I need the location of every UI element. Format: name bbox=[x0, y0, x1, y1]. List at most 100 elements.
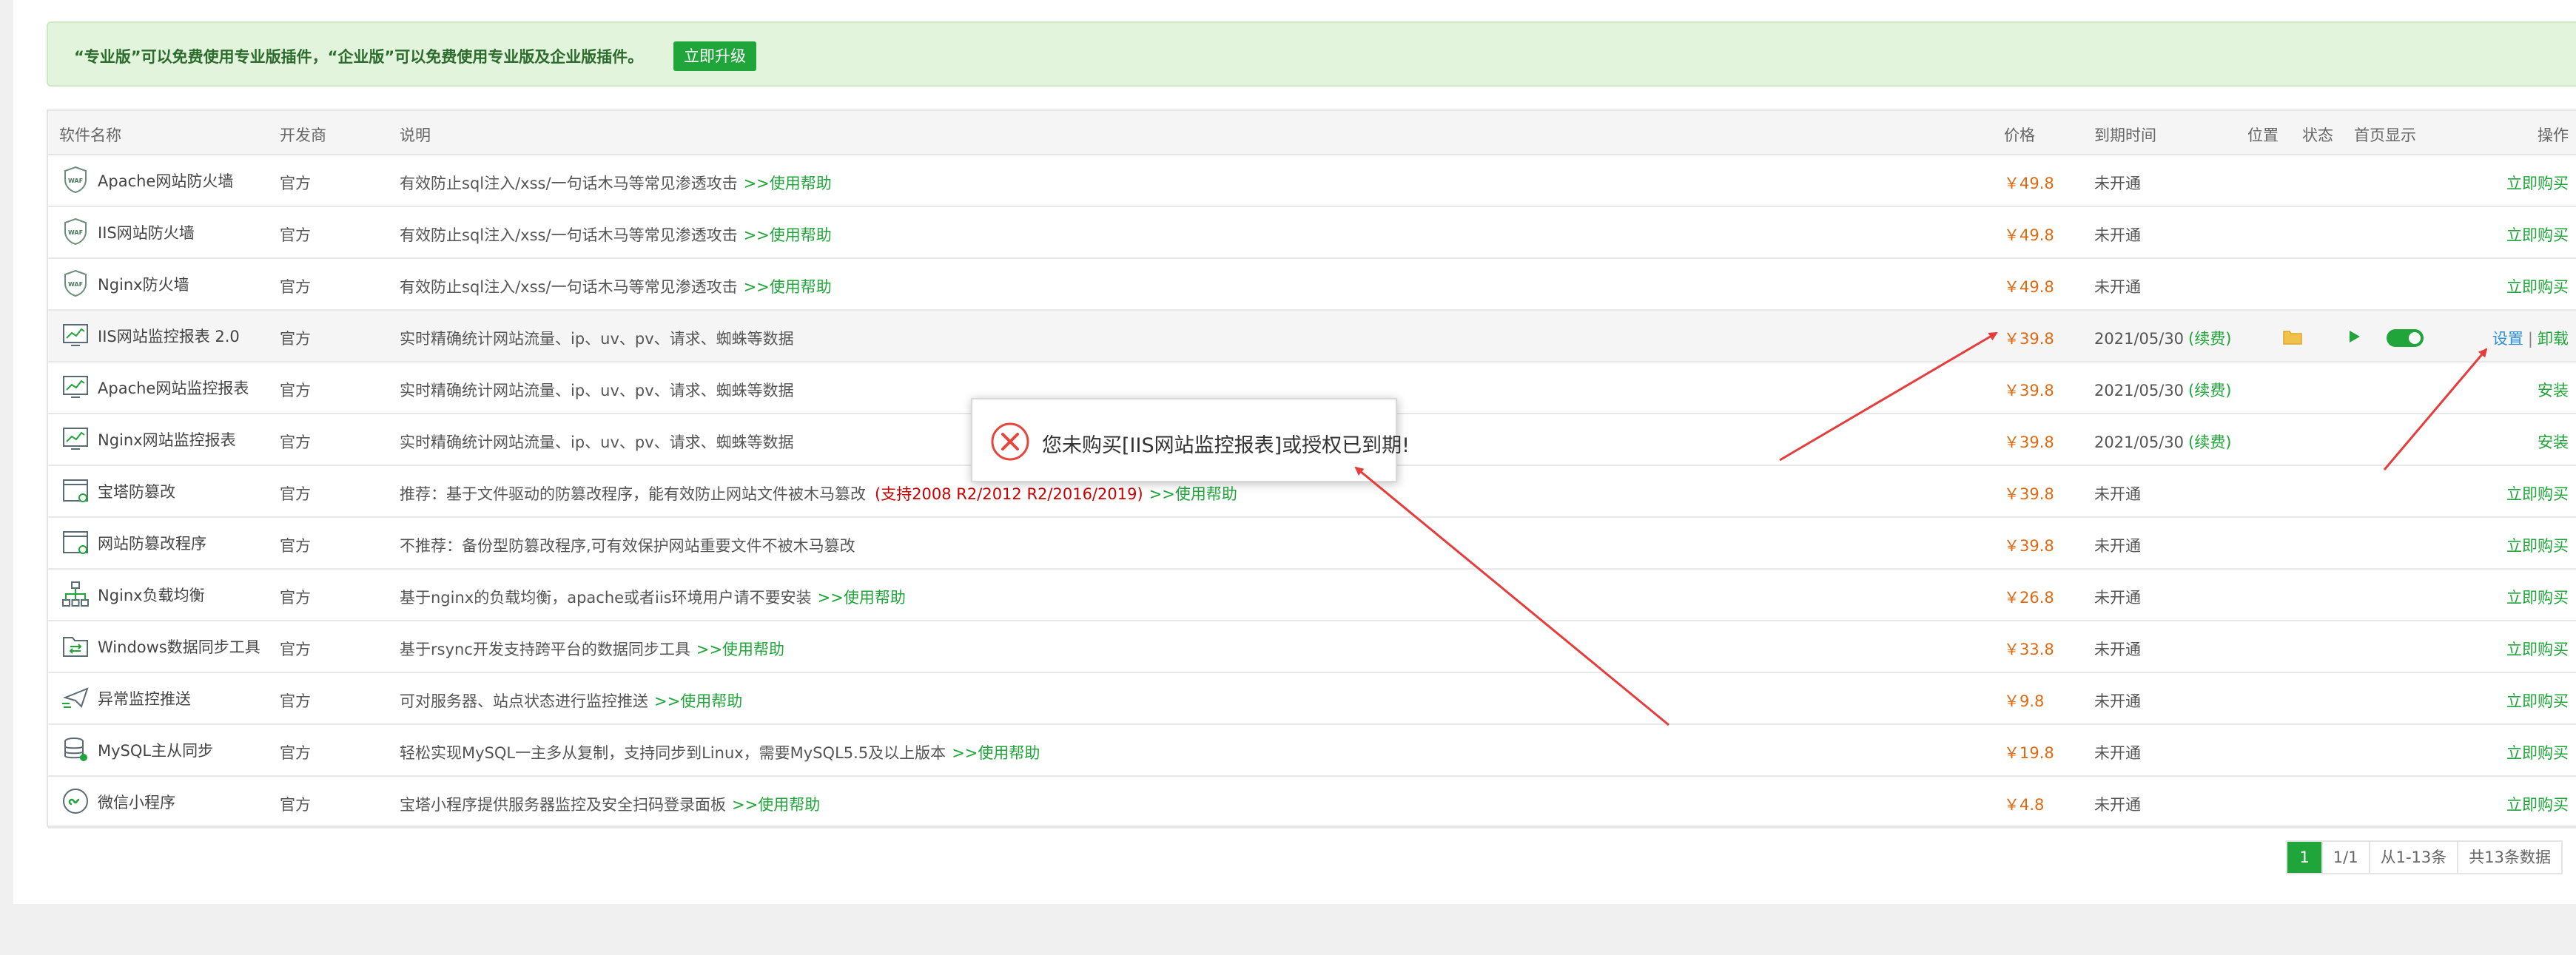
table-header: 软件名称 开发商 说明 价格 到期时间 位置 状态 首页显示 操作 bbox=[48, 111, 2576, 155]
plugin-price: ￥33.8 bbox=[2004, 641, 2054, 658]
plugin-description: 轻松实现MySQL一主多从复制，支持同步到Linux，需要MySQL5.5及以上… bbox=[400, 744, 946, 762]
plugin-description: 实时精确统计网站流量、ip、uv、pv、请求、蜘蛛等数据 bbox=[400, 330, 794, 348]
page-current-button[interactable]: 1 bbox=[2287, 842, 2321, 873]
tamper-window-icon bbox=[61, 527, 90, 557]
buy-link[interactable]: 立即购买 bbox=[2506, 275, 2569, 297]
setup-link[interactable]: 设置 bbox=[2492, 330, 2523, 348]
plugin-name: Nginx网站监控报表 bbox=[98, 431, 236, 449]
svg-text:WAF: WAF bbox=[68, 178, 83, 184]
help-link[interactable]: >>使用帮助 bbox=[744, 278, 832, 296]
waf-shield-icon: WAF bbox=[61, 269, 90, 298]
table-row: 网站防篡改程序 官方 不推荐：备份型防篡改程序,可有效保护网站重要文件不被木马篡改 ￥… bbox=[48, 518, 2576, 570]
help-link[interactable]: >>使用帮助 bbox=[744, 175, 832, 192]
error-circle-icon bbox=[990, 422, 1030, 462]
plugin-price: ￥39.8 bbox=[2004, 433, 2054, 451]
buy-link[interactable]: 立即购买 bbox=[2506, 793, 2569, 815]
help-link[interactable]: >>使用帮助 bbox=[1149, 485, 1237, 503]
svg-text:WAF: WAF bbox=[68, 229, 83, 236]
plugin-expire-cell: 2021/05/30 (续费) bbox=[2094, 327, 2231, 349]
plugin-price: ￥4.8 bbox=[2004, 796, 2045, 814]
install-link[interactable]: 安装 bbox=[2538, 379, 2569, 401]
header-location: 位置 bbox=[2247, 126, 2279, 144]
plugin-description-cell: 有效防止sql注入/xss/一句话木马等常见渗透攻击 >>使用帮助 bbox=[400, 223, 832, 246]
renew-link[interactable]: (续费) bbox=[2188, 433, 2231, 451]
folder-icon[interactable] bbox=[2283, 328, 2302, 348]
plugin-name: IIS网站监控报表 2.0 bbox=[98, 328, 240, 345]
buy-link[interactable]: 立即购买 bbox=[2506, 223, 2569, 246]
plugin-expire: 未开通 bbox=[2094, 692, 2141, 710]
table-row: Nginx负载均衡 官方 基于nginx的负载均衡，apache或者iis环境用户请… bbox=[48, 570, 2576, 621]
table-row: MySQL主从同步 官方 轻松实现MySQL一主多从复制，支持同步到Linux，需要… bbox=[48, 725, 2576, 777]
plugin-expire: 未开通 bbox=[2094, 485, 2141, 503]
plugin-price: ￥49.8 bbox=[2004, 278, 2054, 296]
plugin-expire-cell: 未开通 bbox=[2094, 689, 2141, 712]
plugin-description: 基于rsync开发支持跨平台的数据同步工具 bbox=[400, 641, 690, 658]
plugin-name: 宝塔防篡改 bbox=[98, 483, 175, 501]
plugin-developer: 官方 bbox=[280, 175, 311, 192]
header-price: 价格 bbox=[2004, 126, 2035, 144]
plugin-name: IIS网站防火墙 bbox=[98, 224, 195, 242]
table-row: 异常监控推送 官方 可对服务器、站点状态进行监控推送 >>使用帮助 ￥9.8 未开通 立即购… bbox=[48, 673, 2576, 725]
buy-link[interactable]: 立即购买 bbox=[2506, 741, 2569, 763]
waf-shield-icon: WAF bbox=[61, 165, 90, 195]
plugin-developer: 官方 bbox=[280, 433, 311, 451]
plugin-developer: 官方 bbox=[280, 589, 311, 607]
plugin-description-cell: 有效防止sql注入/xss/一句话木马等常见渗透攻击 >>使用帮助 bbox=[400, 275, 832, 297]
renew-link[interactable]: (续费) bbox=[2188, 382, 2231, 399]
buy-link[interactable]: 立即购买 bbox=[2506, 534, 2569, 556]
plugin-price: ￥39.8 bbox=[2004, 537, 2054, 555]
pagination: 1 1/1 从1-13条 共13条数据 bbox=[2286, 840, 2563, 874]
load-balance-icon bbox=[61, 579, 90, 609]
uninstall-link[interactable]: 卸载 bbox=[2538, 330, 2569, 348]
buy-link[interactable]: 立即购买 bbox=[2506, 586, 2569, 608]
homepage-toggle[interactable] bbox=[2387, 329, 2424, 347]
upgrade-button[interactable]: 立即升级 bbox=[673, 41, 756, 71]
plugin-developer: 官方 bbox=[280, 382, 311, 399]
svg-text:WAF: WAF bbox=[68, 281, 83, 288]
plugin-expire: 未开通 bbox=[2094, 744, 2141, 762]
buy-link[interactable]: 立即购买 bbox=[2506, 172, 2569, 194]
monitor-chart-icon bbox=[61, 372, 90, 402]
plugin-actions: 设置 | 卸载 bbox=[2492, 327, 2569, 349]
table-row: 微信小程序 官方 宝塔小程序提供服务器监控及安全扫码登录面板 >>使用帮助 ￥4.8 未开… bbox=[48, 777, 2576, 829]
buy-link[interactable]: 立即购买 bbox=[2506, 482, 2569, 505]
renew-link[interactable]: (续费) bbox=[2188, 330, 2231, 348]
help-link[interactable]: >>使用帮助 bbox=[952, 744, 1040, 762]
plugin-name: MySQL主从同步 bbox=[98, 742, 214, 760]
help-link[interactable]: >>使用帮助 bbox=[744, 226, 832, 244]
plugin-name: Apache网站监控报表 bbox=[98, 379, 249, 397]
action-separator: | bbox=[2527, 330, 2533, 348]
play-icon[interactable] bbox=[2346, 328, 2362, 348]
plugin-developer: 官方 bbox=[280, 226, 311, 244]
plugin-developer: 官方 bbox=[280, 692, 311, 710]
upgrade-notice: “专业版”可以免费使用专业版插件，“企业版”可以免费使用专业版及企业版插件。 立… bbox=[47, 21, 2576, 87]
plugin-name: Apache网站防火墙 bbox=[98, 172, 234, 190]
plugin-description: 可对服务器、站点状态进行监控推送 bbox=[400, 692, 648, 710]
plugin-developer: 官方 bbox=[280, 796, 311, 814]
plugin-description: 宝塔小程序提供服务器监控及安全扫码登录面板 bbox=[400, 796, 726, 814]
plugin-name: 微信小程序 bbox=[98, 794, 175, 811]
plugin-expire: 未开通 bbox=[2094, 537, 2141, 555]
plugin-description-cell: 实时精确统计网站流量、ip、uv、pv、请求、蜘蛛等数据 bbox=[400, 327, 794, 349]
plugin-expire: 未开通 bbox=[2094, 175, 2141, 192]
notice-text: “专业版”可以免费使用专业版插件，“企业版”可以免费使用专业版及企业版插件。 bbox=[74, 48, 644, 66]
install-link[interactable]: 安装 bbox=[2538, 431, 2569, 453]
buy-link[interactable]: 立即购买 bbox=[2506, 638, 2569, 660]
table-row: WAF Apache网站防火墙 官方 有效防止sql注入/xss/一句话木马等常见渗透… bbox=[48, 155, 2576, 207]
plugin-expire-cell: 未开通 bbox=[2094, 534, 2141, 556]
plugin-description-cell: 轻松实现MySQL一主多从复制，支持同步到Linux，需要MySQL5.5及以上… bbox=[400, 741, 1040, 763]
plugin-price: ￥39.8 bbox=[2004, 382, 2054, 399]
monitor-chart-icon bbox=[61, 424, 90, 453]
help-link[interactable]: >>使用帮助 bbox=[818, 589, 906, 607]
help-link[interactable]: >>使用帮助 bbox=[654, 692, 742, 710]
header-homepage: 首页显示 bbox=[2354, 126, 2416, 144]
plugin-expire-cell: 未开通 bbox=[2094, 741, 2141, 763]
help-link[interactable]: >>使用帮助 bbox=[696, 641, 784, 658]
plugin-name: Nginx防火墙 bbox=[98, 276, 189, 294]
plugin-description-cell: 实时精确统计网站流量、ip、uv、pv、请求、蜘蛛等数据 bbox=[400, 431, 794, 453]
help-link[interactable]: >>使用帮助 bbox=[732, 796, 820, 814]
plugin-name: 异常监控推送 bbox=[98, 690, 191, 708]
buy-link[interactable]: 立即购买 bbox=[2506, 689, 2569, 712]
plugin-expire: 未开通 bbox=[2094, 226, 2141, 244]
plugin-description-cell: 基于nginx的负载均衡，apache或者iis环境用户请不要安装 >>使用帮助 bbox=[400, 586, 906, 608]
